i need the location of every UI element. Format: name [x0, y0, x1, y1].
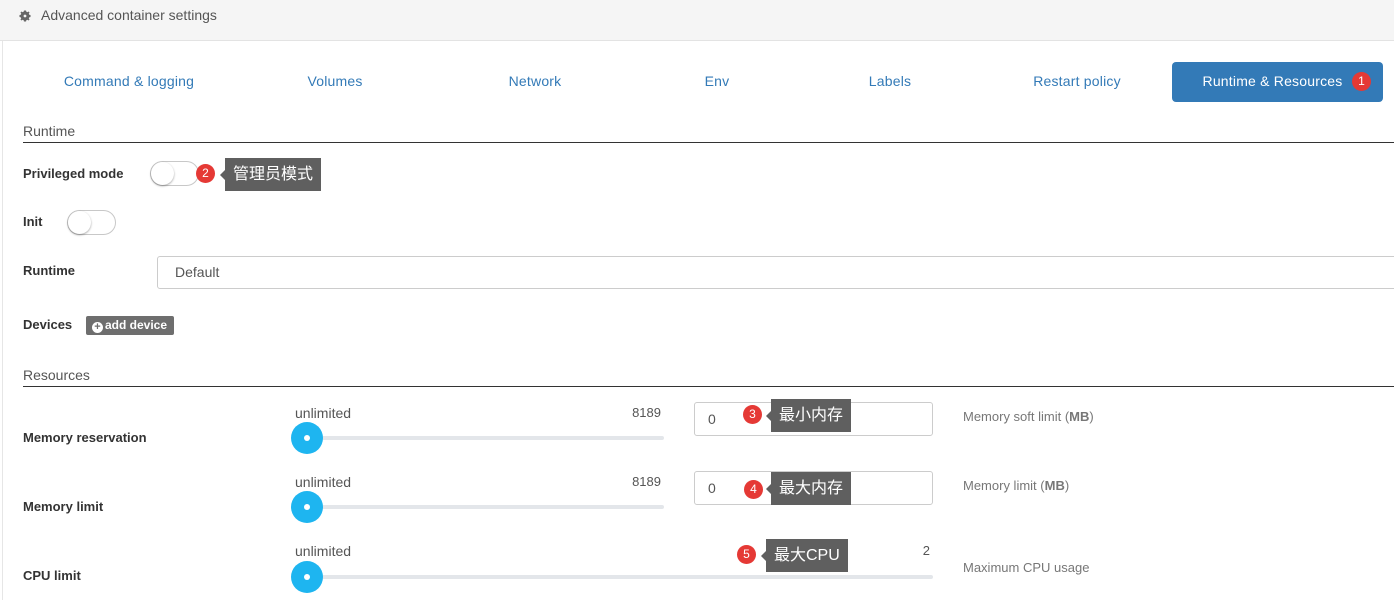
cpu-limit-slider-handle[interactable] [291, 561, 323, 593]
init-label: Init [23, 214, 43, 229]
annotation-callout-5: 最大CPU [761, 539, 848, 572]
panel-border [2, 41, 3, 600]
toggle-knob [151, 162, 174, 185]
memory-reservation-help: Memory soft limit (MB) [963, 409, 1094, 424]
tab-network[interactable]: Network [470, 62, 600, 102]
memory-limit-slider-track[interactable] [300, 505, 664, 509]
runtime-select[interactable]: Default [157, 256, 1394, 289]
privileged-mode-label: Privileged mode [23, 166, 124, 181]
tab-restart-policy[interactable]: Restart policy [1012, 62, 1142, 102]
cpu-limit-max-label: 2 [922, 543, 930, 558]
annotation-badge-3: 3 [743, 405, 762, 424]
panel-title: Advanced container settings [41, 7, 217, 23]
cpu-limit-slider-track[interactable] [300, 575, 933, 579]
annotation-badge-5: 5 [737, 545, 756, 564]
annotation-badge-1: 1 [1352, 72, 1371, 91]
cpu-limit-help: Maximum CPU usage [963, 560, 1090, 575]
annotation-callout-2: 管理员模式 [219, 158, 322, 191]
tab-command-logging[interactable]: Command & logging [40, 62, 218, 102]
memory-limit-max-label: 8189 [632, 474, 661, 489]
memory-limit-label: Memory limit [23, 499, 104, 514]
gear-icon [19, 10, 31, 22]
resources-section-divider [23, 386, 1394, 387]
memory-reservation-min-label: unlimited [295, 405, 352, 421]
tab-volumes[interactable]: Volumes [265, 62, 405, 102]
memory-reservation-label: Memory reservation [23, 430, 147, 445]
runtime-section-divider [23, 142, 1394, 143]
privileged-mode-toggle[interactable] [150, 161, 199, 186]
memory-limit-slider-handle[interactable] [291, 491, 323, 523]
annotation-badge-2: 2 [196, 164, 215, 183]
cpu-limit-min-label: unlimited [295, 543, 352, 559]
resources-section-title: Resources [23, 367, 90, 383]
cpu-limit-label: CPU limit [23, 568, 81, 583]
plus-circle-icon: + [92, 322, 103, 333]
toggle-knob [68, 211, 91, 234]
annotation-callout-4: 最大内存 [765, 472, 852, 505]
init-toggle[interactable] [67, 210, 116, 235]
add-device-label: add device [105, 318, 168, 332]
annotation-callout-3: 最小内存 [765, 399, 852, 432]
runtime-section-title: Runtime [23, 123, 76, 139]
memory-limit-help: Memory limit (MB) [963, 478, 1070, 493]
panel-header: Advanced container settings [0, 0, 1394, 41]
memory-reservation-slider-handle[interactable] [291, 422, 323, 454]
memory-reservation-slider-track[interactable] [300, 436, 664, 440]
add-device-button[interactable]: + add device [86, 316, 175, 335]
tab-env[interactable]: Env [677, 62, 757, 102]
devices-label: Devices [23, 317, 73, 332]
memory-reservation-max-label: 8189 [632, 405, 661, 420]
annotation-badge-4: 4 [744, 480, 763, 499]
memory-limit-min-label: unlimited [295, 474, 352, 490]
tab-labels[interactable]: Labels [840, 62, 940, 102]
runtime-label: Runtime [23, 263, 75, 278]
